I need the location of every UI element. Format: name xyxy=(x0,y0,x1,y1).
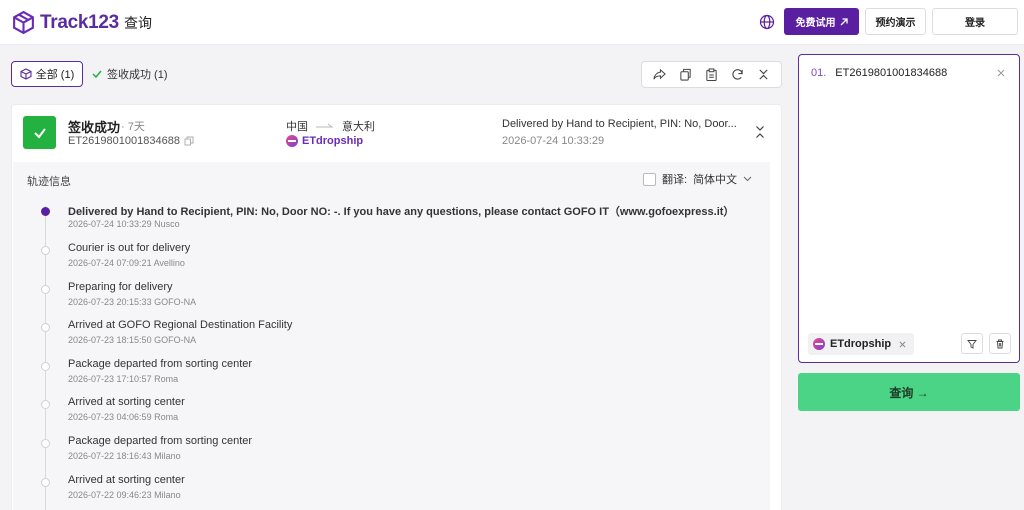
timeline-dot xyxy=(41,400,50,409)
event-description: Package departed from sorting center xyxy=(68,358,253,370)
remove-carrier-icon[interactable] xyxy=(899,341,906,348)
translate-checkbox[interactable] xyxy=(643,172,656,186)
delivered-status-icon xyxy=(23,116,56,149)
carrier-chip-label: ETdropship xyxy=(830,338,892,350)
top-header: Track123 查询 免费试用 预约演示 登录 xyxy=(0,0,1024,44)
carrier-logo-icon xyxy=(286,135,298,147)
timeline-dot xyxy=(41,323,50,332)
tracking-number: ET2619801001834688 xyxy=(68,135,180,147)
event-description: Arrived at sorting center xyxy=(68,474,185,486)
line-index: 01. xyxy=(811,67,827,79)
destination-country: 意大利 xyxy=(342,121,375,133)
filter-all-tab[interactable]: 全部 (1) xyxy=(11,61,83,87)
shipment-card: 签收成功 · 7天 ET2619801001834688 中国 意大利 ETdr… xyxy=(11,104,782,510)
results-toolbar xyxy=(641,61,782,88)
arrow-up-right-icon xyxy=(840,17,848,25)
chevron-down-icon[interactable] xyxy=(743,176,752,182)
translate-label: 翻译: xyxy=(662,174,688,186)
event-meta: 2026-07-23 04:06:59 Roma xyxy=(68,412,179,422)
carrier-filter-button[interactable] xyxy=(961,333,983,354)
filter-delivered-tab[interactable]: 签收成功 (1) xyxy=(92,61,168,87)
copy-icon[interactable] xyxy=(678,68,692,82)
login-button[interactable]: 登录 xyxy=(932,8,1018,35)
event-meta: 2026-07-24 07:09:21 Avellino xyxy=(68,258,185,268)
clear-all-button[interactable] xyxy=(989,333,1011,354)
tracking-number-input-panel[interactable]: 01. ET2619801001834688 ETdropship xyxy=(798,54,1020,363)
event-meta: 2026-07-23 18:15:50 GOFO-NA xyxy=(68,335,197,345)
timeline-dot xyxy=(41,285,50,294)
event-description: Delivered by Hand to Recipient, PIN: No,… xyxy=(68,206,735,218)
globe-icon[interactable] xyxy=(759,14,775,30)
translate-control: 翻译: 简体中文 xyxy=(643,171,752,187)
event-meta: 2026-07-23 20:15:33 GOFO-NA xyxy=(68,297,197,307)
shipment-status: 签收成功 xyxy=(68,120,121,135)
carrier-logo-icon xyxy=(813,338,825,350)
carrier-link[interactable]: ETdropship xyxy=(286,135,363,147)
tracking-input-line[interactable]: 01. ET2619801001834688 xyxy=(811,67,947,79)
page-title: 查询 xyxy=(124,15,152,31)
event-meta: 2026-07-23 17:10:57 Roma xyxy=(68,374,179,384)
event-description: Package departed from sorting center xyxy=(68,435,253,447)
logo-text: Track123 xyxy=(40,11,119,33)
collapse-all-icon[interactable] xyxy=(757,68,771,82)
timeline-dot xyxy=(41,246,50,255)
clipboard-icon[interactable] xyxy=(704,68,718,82)
query-button-label: 查询 → xyxy=(889,385,929,400)
tracking-history-panel: 轨迹信息 翻译: 简体中文 Delivered by Hand to Recip… xyxy=(13,162,770,510)
timeline-dot xyxy=(41,362,50,371)
login-label: 登录 xyxy=(965,18,985,29)
transit-days: · 7天 xyxy=(121,121,145,133)
chevrons-collapse-icon[interactable] xyxy=(753,125,767,139)
event-meta: 2026-07-24 10:33:29 Nusco xyxy=(68,219,180,229)
shipment-route: 中国 意大利 xyxy=(286,118,375,134)
event-description: Preparing for delivery xyxy=(68,281,173,293)
origin-country: 中国 xyxy=(286,121,308,133)
filter-icon xyxy=(967,339,977,349)
brand-logo[interactable]: Track123 xyxy=(11,10,119,35)
timeline-dot-active xyxy=(41,207,50,216)
event-meta: 2026-07-22 09:46:23 Milano xyxy=(68,490,181,500)
tracking-info-label: 轨迹信息 xyxy=(27,176,71,188)
copy-icon[interactable] xyxy=(184,136,194,146)
box-icon xyxy=(20,68,32,80)
filter-delivered-label: 签收成功 (1) xyxy=(107,69,168,81)
event-meta: 2026-07-22 18:16:43 Milano xyxy=(68,451,181,461)
tracking-number-row: ET2619801001834688 xyxy=(68,135,194,147)
latest-event-time: 2026-07-24 10:33:29 xyxy=(502,135,605,147)
event-description: Arrived at GOFO Regional Destination Fac… xyxy=(68,319,293,331)
clear-icon[interactable] xyxy=(997,69,1005,77)
share-icon[interactable] xyxy=(652,68,666,82)
book-demo-label: 预约演示 xyxy=(875,18,916,29)
query-button[interactable]: 查询 → xyxy=(798,373,1020,411)
event-description: Courier is out for delivery xyxy=(68,242,191,254)
event-description: Arrived at sorting center xyxy=(68,396,185,408)
route-arrow-icon xyxy=(316,123,334,128)
box-logo-icon xyxy=(13,10,34,35)
book-demo-button[interactable]: 预约演示 xyxy=(865,8,926,35)
carrier-name: ETdropship xyxy=(302,135,364,147)
refresh-icon[interactable] xyxy=(731,68,745,82)
tracking-input-value[interactable]: ET2619801001834688 xyxy=(835,67,947,79)
trash-icon xyxy=(996,339,1004,348)
timeline-dot xyxy=(41,478,50,487)
free-trial-label: 免费试用 xyxy=(795,18,836,29)
check-icon xyxy=(92,70,102,79)
timeline-dot xyxy=(41,439,50,448)
free-trial-button[interactable]: 免费试用 xyxy=(784,8,859,35)
translate-language-select[interactable]: 简体中文 xyxy=(693,171,737,187)
latest-event: Delivered by Hand to Recipient, PIN: No,… xyxy=(502,118,737,130)
filter-all-label: 全部 (1) xyxy=(35,69,75,81)
carrier-chip[interactable]: ETdropship xyxy=(808,333,915,355)
